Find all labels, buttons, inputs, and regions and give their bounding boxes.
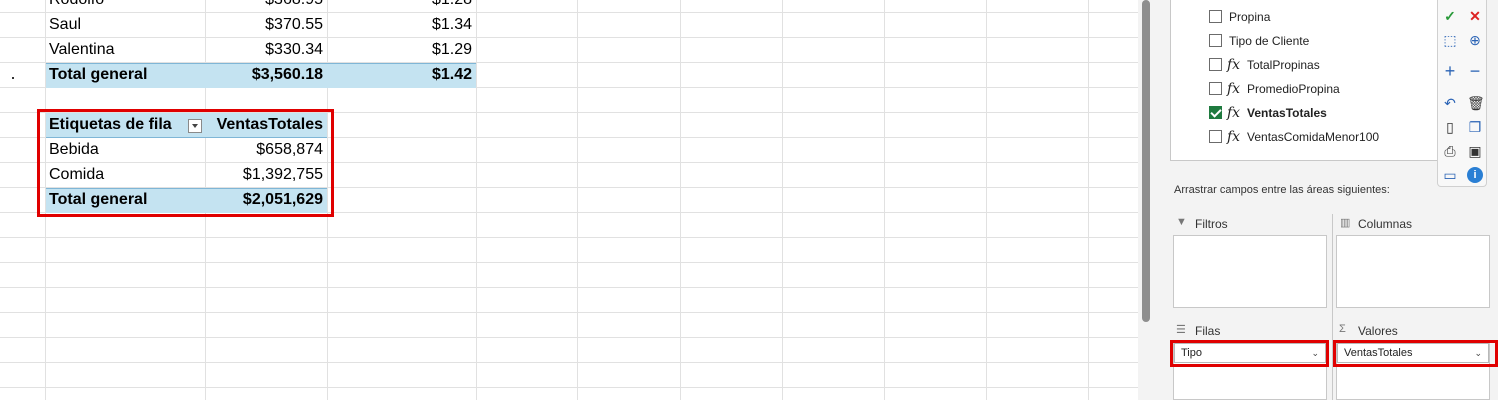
- undo-icon[interactable]: ↶: [1442, 95, 1458, 111]
- close-icon[interactable]: ✕: [1467, 8, 1483, 24]
- field-item-promedio-propina[interactable]: fx PromedioPropina: [1209, 79, 1439, 99]
- floating-toolbar: ✓ ✕ ⬚ ⊕ + − ↶ 🗑 ▯ ❐ ⎙ ▣ ▭ i: [1437, 0, 1487, 187]
- row-filter-dropdown-button[interactable]: [188, 119, 202, 133]
- new-icon[interactable]: ▯: [1442, 119, 1458, 135]
- pivot1-row-name[interactable]: Valentina: [49, 38, 115, 62]
- field-item-ventas-comida-menor100[interactable]: fx VentasComidaMenor100: [1209, 127, 1439, 147]
- column-divider: [1088, 0, 1089, 400]
- pivot2-header-value[interactable]: VentasTotales: [205, 113, 323, 137]
- pivot2-row-label[interactable]: Comida: [49, 163, 104, 187]
- vertical-scrollbar[interactable]: [1138, 0, 1156, 400]
- pivot1-row-name[interactable]: Saul: [49, 13, 81, 37]
- print-icon[interactable]: ⎙: [1442, 143, 1458, 159]
- pivot1-row-ventas[interactable]: $370.55: [205, 13, 323, 37]
- column-divider: [680, 0, 681, 400]
- field-item-tipo-cliente[interactable]: Tipo de Cliente: [1209, 31, 1439, 51]
- fx-icon: fx: [1227, 57, 1241, 73]
- pivot1-row-promedio[interactable]: $1.28: [327, 0, 472, 12]
- row-divider: [0, 387, 1138, 388]
- column-divider: [577, 0, 578, 400]
- values-area-title: Valores: [1358, 324, 1398, 338]
- chevron-down-icon: ⌄: [1474, 348, 1482, 358]
- row-divider: [0, 37, 1138, 38]
- add-icon[interactable]: +: [1442, 62, 1458, 80]
- row-divider: [0, 237, 1138, 238]
- pivot2-total-label[interactable]: Total general: [49, 188, 147, 212]
- field-label: TotalPropinas: [1247, 58, 1320, 72]
- fx-icon: fx: [1227, 129, 1241, 145]
- chevron-down-icon: ⌄: [1311, 348, 1319, 358]
- field-label: PromedioPropina: [1247, 82, 1340, 96]
- field-list[interactable]: Propina Tipo de Cliente fx TotalPropinas…: [1170, 0, 1438, 161]
- column-divider: [782, 0, 783, 400]
- field-label: Propina: [1229, 10, 1271, 24]
- field-checkbox[interactable]: [1209, 10, 1222, 23]
- spreadsheet-grid[interactable]: Rodolfo $368.95 $1.28 Saul $370.55 $1.34…: [0, 0, 1138, 400]
- row-divider: [0, 312, 1138, 313]
- row-divider: [0, 162, 1138, 163]
- info-icon[interactable]: i: [1467, 167, 1483, 183]
- filters-area-title: Filtros: [1195, 217, 1228, 231]
- pivot2-row-value[interactable]: $1,392,755: [205, 163, 323, 187]
- pivot1-row-promedio[interactable]: $1.34: [327, 13, 472, 37]
- pivot2-header-label[interactable]: Etiquetas de fila: [49, 113, 172, 137]
- pivot1-row-name[interactable]: Rodolfo: [49, 0, 104, 12]
- pivot2-row-value[interactable]: $658,874: [205, 138, 323, 162]
- field-checkbox-checked[interactable]: [1209, 106, 1222, 119]
- field-item-ventas-totales[interactable]: fx VentasTotales: [1209, 103, 1439, 123]
- field-label: Tipo de Cliente: [1229, 34, 1310, 48]
- column-divider: [986, 0, 987, 400]
- fx-icon: fx: [1227, 81, 1241, 97]
- values-field-dropdown[interactable]: VentasTotales ⌄: [1337, 343, 1489, 363]
- field-label: VentasTotales: [1247, 106, 1327, 120]
- remove-icon[interactable]: −: [1467, 62, 1483, 80]
- copy-icon[interactable]: ❐: [1467, 119, 1483, 135]
- zoom-icon[interactable]: ⊕: [1467, 32, 1483, 48]
- check-icon[interactable]: ✓: [1442, 8, 1458, 24]
- delete-icon[interactable]: 🗑: [1467, 95, 1485, 111]
- filter-icon: ▼: [1176, 216, 1187, 228]
- card-icon[interactable]: ▭: [1442, 167, 1458, 183]
- filters-drop-area[interactable]: [1173, 235, 1327, 308]
- pivot1-total-label[interactable]: Total general: [49, 63, 147, 87]
- field-checkbox[interactable]: [1209, 130, 1222, 143]
- area-divider: [1332, 214, 1333, 400]
- scrollbar-thumb[interactable]: [1142, 0, 1150, 322]
- row-divider: [0, 12, 1138, 13]
- select-icon[interactable]: ⬚: [1442, 32, 1458, 48]
- field-checkbox[interactable]: [1209, 58, 1222, 71]
- columns-area-title: Columnas: [1358, 217, 1413, 231]
- field-item-propina[interactable]: Propina: [1209, 7, 1439, 27]
- field-label: VentasComidaMenor100: [1247, 130, 1380, 144]
- pivot1-total-ventas[interactable]: $3,560.18: [205, 63, 323, 87]
- pivot2-row-label[interactable]: Bebida: [49, 138, 99, 162]
- columns-drop-area[interactable]: [1336, 235, 1490, 308]
- field-checkbox[interactable]: [1209, 34, 1222, 47]
- pivot1-total-promedio[interactable]: $1.42: [327, 63, 472, 87]
- pivot1-row-ventas[interactable]: $368.95: [205, 0, 323, 12]
- pivot1-row-promedio[interactable]: $1.29: [327, 38, 472, 62]
- save-icon[interactable]: ▣: [1467, 143, 1483, 159]
- row-divider: [0, 337, 1138, 338]
- rows-field-dropdown[interactable]: Tipo ⌄: [1174, 343, 1326, 363]
- columns-icon: ▥: [1340, 217, 1351, 229]
- pivot1-row-ventas[interactable]: $330.34: [205, 38, 323, 62]
- sigma-icon: Σ: [1339, 323, 1346, 335]
- rows-icon: ☰: [1176, 324, 1186, 336]
- drag-fields-instruction: Arrastrar campos entre las áreas siguien…: [1174, 184, 1390, 196]
- cursor-dot: [12, 77, 14, 79]
- rows-area-title: Filas: [1195, 324, 1221, 338]
- row-divider: [0, 362, 1138, 363]
- column-divider: [884, 0, 885, 400]
- values-field-label: VentasTotales: [1344, 347, 1413, 359]
- field-item-total-propinas[interactable]: fx TotalPropinas: [1209, 55, 1439, 75]
- rows-field-label: Tipo: [1181, 347, 1202, 359]
- row-divider: [0, 287, 1138, 288]
- fx-icon: fx: [1227, 105, 1241, 121]
- field-checkbox[interactable]: [1209, 82, 1222, 95]
- column-divider: [476, 0, 477, 400]
- row-divider: [0, 262, 1138, 263]
- pivot2-total-value[interactable]: $2,051,629: [205, 188, 323, 212]
